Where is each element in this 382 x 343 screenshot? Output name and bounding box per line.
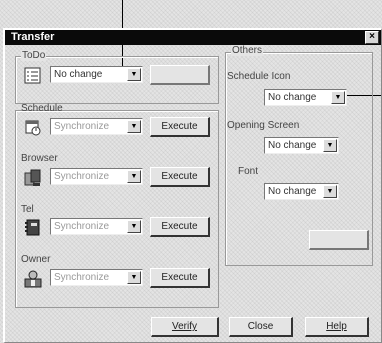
verify-button[interactable]: Verify [151, 317, 219, 337]
others-label: Others [231, 45, 264, 56]
opening-screen-select-value: No change [268, 140, 317, 151]
browser-dropdown-arrow-icon[interactable]: ▼ [127, 170, 141, 183]
owner-execute-button[interactable]: Execute [150, 268, 210, 288]
schedule-dropdown-arrow-icon[interactable]: ▼ [127, 120, 141, 133]
opening-screen-dropdown-arrow-icon[interactable]: ▼ [323, 139, 337, 152]
help-button[interactable]: Help [305, 317, 369, 337]
font-dropdown-arrow-icon[interactable]: ▼ [323, 185, 337, 198]
font-select[interactable]: No change ▼ [264, 183, 339, 200]
transfer-dialog: Transfer × ToDo No change ▼ Schedule Syn… [3, 28, 382, 343]
tel-select-value: Synchronize [54, 221, 110, 232]
todo-select-value: No change [54, 69, 103, 80]
title-bar[interactable]: Transfer × [5, 30, 381, 45]
tel-execute-button[interactable]: Execute [150, 217, 210, 237]
browser-select[interactable]: Synchronize ▼ [50, 168, 143, 185]
phonebook-icon [24, 219, 40, 236]
others-apply-button [309, 230, 369, 250]
opening-screen-label: Opening Screen [227, 120, 300, 131]
schedule-icon-label: Schedule Icon [227, 71, 291, 82]
font-select-value: No change [268, 186, 317, 197]
tel-label: Tel [21, 204, 34, 215]
owner-select[interactable]: Synchronize ▼ [50, 269, 143, 286]
browser-execute-button[interactable]: Execute [150, 167, 210, 187]
browser-label: Browser [21, 153, 58, 164]
owner-label: Owner [21, 254, 51, 265]
schedule-select[interactable]: Synchronize ▼ [50, 118, 143, 135]
owner-dropdown-arrow-icon[interactable]: ▼ [127, 271, 141, 284]
close-window-button[interactable]: × [365, 31, 379, 44]
window-title: Transfer [11, 31, 55, 43]
schedule-icon-select[interactable]: No change ▼ [264, 89, 347, 106]
owner-icon [24, 270, 42, 288]
tel-dropdown-arrow-icon[interactable]: ▼ [127, 220, 141, 233]
todo-dropdown-arrow-icon[interactable]: ▼ [127, 68, 141, 81]
schedule-icon-select-value: No change [268, 92, 317, 103]
opening-screen-select[interactable]: No change ▼ [264, 137, 339, 154]
todo-execute-button [150, 65, 210, 85]
font-label: Font [238, 166, 259, 177]
schedule-label: Schedule [21, 103, 63, 114]
browser-icon [24, 169, 41, 186]
schedule-icon [24, 119, 41, 136]
help-label: Help [326, 321, 347, 332]
schedule-execute-button[interactable]: Execute [150, 117, 210, 137]
owner-select-value: Synchronize [54, 272, 110, 283]
tel-select[interactable]: Synchronize ▼ [50, 218, 143, 235]
todo-label: ToDo [21, 50, 47, 61]
browser-select-value: Synchronize [54, 171, 110, 182]
todo-list-icon [24, 67, 41, 84]
close-button[interactable]: Close [229, 317, 293, 337]
schedule-select-value: Synchronize [54, 121, 110, 132]
schedule-icon-dropdown-arrow-icon[interactable]: ▼ [331, 91, 345, 104]
todo-select[interactable]: No change ▼ [50, 66, 143, 83]
verify-label: Verify [171, 321, 197, 332]
